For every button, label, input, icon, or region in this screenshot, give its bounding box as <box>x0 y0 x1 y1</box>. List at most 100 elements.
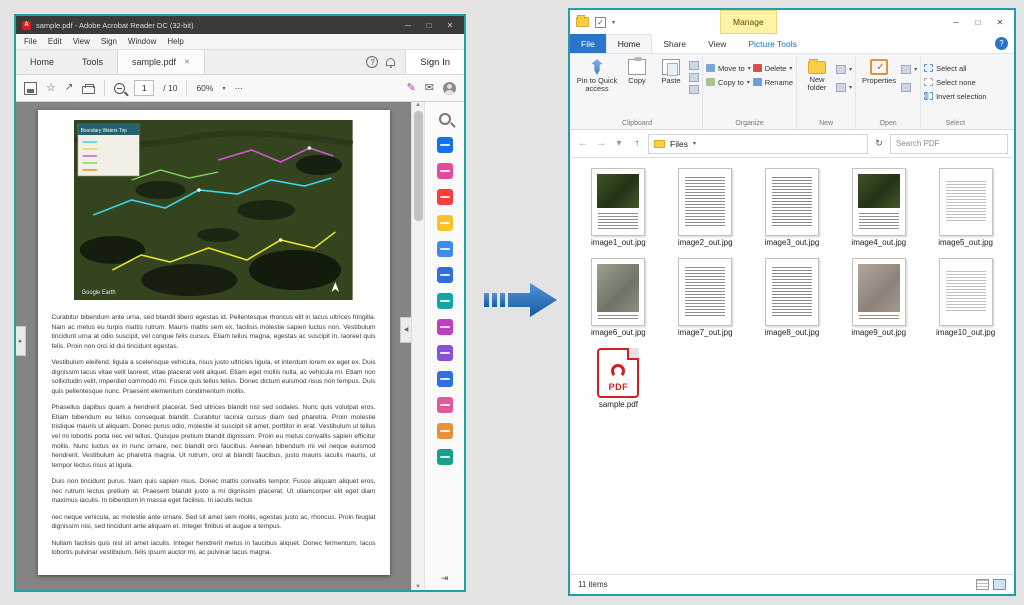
file-item[interactable]: image9_out.jpg <box>838 257 919 338</box>
fill-sign-pen-icon[interactable]: ✎ <box>407 82 416 94</box>
file-item[interactable]: image2_out.jpg <box>665 168 746 248</box>
rename-button[interactable]: Rename <box>752 75 793 89</box>
quick-access-check-icon[interactable]: ✓ <box>595 16 606 28</box>
tab-picture-tools[interactable]: Picture Tools <box>737 34 808 53</box>
zoom-level-dropdown[interactable]: 60% <box>196 83 213 93</box>
easy-access-button[interactable]: ▾ <box>836 80 852 94</box>
measure-icon[interactable] <box>436 397 453 413</box>
tab-home[interactable]: Home <box>16 50 68 74</box>
up-icon[interactable]: ↑ <box>630 138 644 149</box>
file-item[interactable]: image5_out.jpg <box>925 168 1006 248</box>
copy-path-icon[interactable] <box>689 73 699 82</box>
new-item-button[interactable]: ▾ <box>836 62 852 76</box>
close-button[interactable]: ✕ <box>992 18 1008 27</box>
organize-pages-icon[interactable] <box>436 267 453 283</box>
more-tools-icon[interactable] <box>436 449 453 465</box>
compress-pdf-icon[interactable] <box>436 423 453 439</box>
file-item[interactable]: image10_out.jpg <box>925 257 1006 338</box>
back-icon[interactable]: ← <box>576 138 590 149</box>
maximize-button[interactable]: □ <box>421 21 437 30</box>
comment-icon[interactable] <box>436 215 453 231</box>
combine-files-icon[interactable] <box>436 241 453 257</box>
maximize-button[interactable]: □ <box>970 18 986 27</box>
properties-button[interactable]: Properties <box>859 57 899 85</box>
quick-access-chevron-icon[interactable]: ▾ <box>612 19 615 26</box>
edit-pdf-icon[interactable] <box>436 189 453 205</box>
close-document-icon[interactable]: ✕ <box>184 58 190 66</box>
fill-sign-icon[interactable] <box>436 319 453 335</box>
open-button[interactable]: ▾ <box>901 62 917 76</box>
file-item[interactable]: image1_out.jpg <box>578 168 659 248</box>
copy-button[interactable]: Copy <box>621 57 653 85</box>
file-item-pdf[interactable]: PDF sample.pdf <box>578 347 659 410</box>
cut-icon[interactable] <box>689 61 699 70</box>
menu-sign[interactable]: Sign <box>101 37 117 46</box>
menu-file[interactable]: File <box>24 37 37 46</box>
tab-document[interactable]: sample.pdf ✕ <box>117 50 205 74</box>
tab-home[interactable]: Home <box>605 34 653 53</box>
vertical-scrollbar[interactable]: ▲ ▼ <box>411 102 424 590</box>
select-none-button[interactable]: Select none <box>924 75 986 89</box>
fit-width-icon[interactable]: ⇥ <box>441 573 449 584</box>
breadcrumb-chevron-icon[interactable]: ▾ <box>693 140 696 147</box>
forward-icon[interactable]: → <box>594 138 608 149</box>
zoom-out-icon[interactable] <box>114 82 126 94</box>
invert-selection-button[interactable]: Invert selection <box>924 89 987 103</box>
share-icon[interactable]: ↗ <box>65 83 73 93</box>
paste-button[interactable]: Paste <box>655 57 687 85</box>
zoom-chevron-icon[interactable]: ▾ <box>222 85 225 92</box>
sign-in-button[interactable]: Sign In <box>405 50 464 74</box>
file-item[interactable]: image8_out.jpg <box>752 257 833 338</box>
print-icon[interactable] <box>82 83 96 94</box>
create-pdf-icon[interactable] <box>436 163 453 179</box>
document-scroll-area[interactable]: Boundary Waters Trip Google Earth Curabi… <box>16 102 411 590</box>
tools-pane-collapse[interactable]: ◀ <box>400 316 411 343</box>
save-icon[interactable] <box>24 81 37 95</box>
delete-button[interactable]: Delete ▾ <box>752 61 793 75</box>
notifications-bell-icon[interactable] <box>386 58 396 68</box>
export-pdf-icon[interactable] <box>436 137 453 153</box>
new-folder-button[interactable]: New folder <box>800 57 834 93</box>
left-pane-toggle[interactable]: ▸ <box>16 326 26 357</box>
recent-locations-chevron-icon[interactable]: ▾ <box>612 138 626 149</box>
minimize-button[interactable]: ─ <box>948 18 964 27</box>
menu-window[interactable]: Window <box>128 37 156 46</box>
search-input[interactable] <box>890 133 1008 154</box>
file-item[interactable]: image4_out.jpg <box>838 168 919 248</box>
file-item[interactable]: image7_out.jpg <box>665 257 746 338</box>
protect-icon[interactable] <box>436 371 453 387</box>
tab-share[interactable]: Share <box>652 34 697 53</box>
file-item[interactable]: image3_out.jpg <box>752 168 833 248</box>
scan-ocr-icon[interactable] <box>436 293 453 309</box>
minimize-button[interactable]: ─ <box>400 21 416 30</box>
move-to-button[interactable]: Move to ▾ <box>706 61 751 75</box>
menu-view[interactable]: View <box>73 37 90 46</box>
tab-view[interactable]: View <box>697 34 737 53</box>
send-signature-icon[interactable] <box>436 345 453 361</box>
tab-tools[interactable]: Tools <box>68 50 117 74</box>
scroll-up-icon[interactable]: ▲ <box>415 102 421 108</box>
select-all-button[interactable]: Select all <box>924 61 986 75</box>
menu-help[interactable]: Help <box>167 37 183 46</box>
scrollbar-thumb[interactable] <box>413 111 423 221</box>
pin-to-quick-access-button[interactable]: Pin to Quick access <box>575 57 619 94</box>
help-icon[interactable]: ? <box>366 56 379 68</box>
help-icon[interactable]: ? <box>995 37 1008 50</box>
search-icon[interactable] <box>438 113 451 125</box>
scroll-down-icon[interactable]: ▼ <box>415 584 421 590</box>
star-icon[interactable]: ☆ <box>46 82 56 94</box>
history-button[interactable] <box>901 80 917 94</box>
menu-edit[interactable]: Edit <box>48 37 62 46</box>
refresh-icon[interactable]: ↻ <box>872 138 886 149</box>
page-number-input[interactable] <box>134 80 155 96</box>
breadcrumb[interactable]: Files ▾ <box>648 133 868 154</box>
tab-file[interactable]: File <box>570 34 606 53</box>
copy-to-button[interactable]: Copy to ▾ <box>706 75 751 89</box>
file-item[interactable]: image6_out.jpg <box>578 257 659 338</box>
account-avatar[interactable] <box>443 81 456 95</box>
thumbnails-view-button[interactable] <box>993 579 1006 590</box>
details-view-button[interactable] <box>976 579 989 590</box>
email-icon[interactable]: ✉ <box>425 82 434 94</box>
close-button[interactable]: ✕ <box>442 21 458 30</box>
more-tools-ellipsis-icon[interactable]: ⋯ <box>234 83 243 94</box>
